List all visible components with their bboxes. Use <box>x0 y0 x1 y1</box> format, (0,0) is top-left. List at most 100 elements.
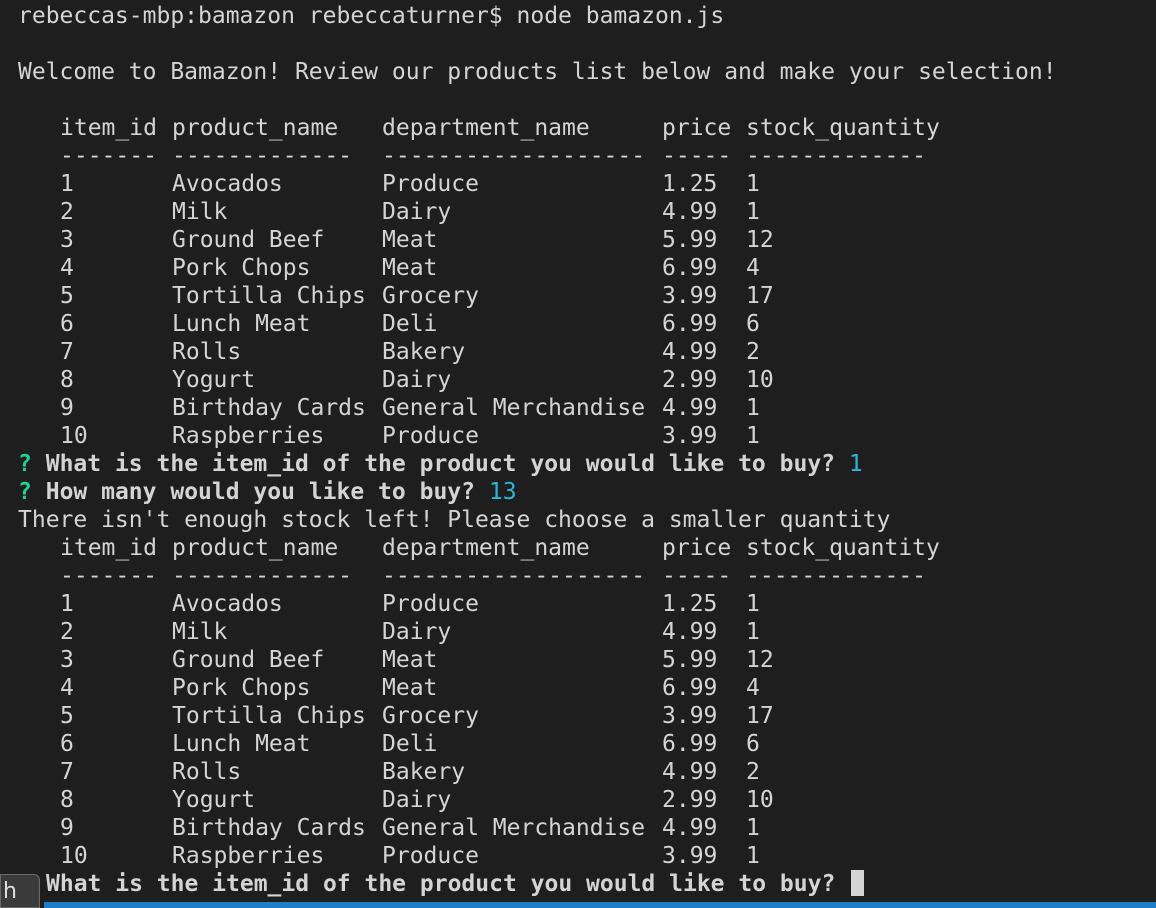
cell-department-name: Bakery <box>382 759 466 785</box>
cell-product-name: Avocados <box>172 591 283 617</box>
prompt-answer: 1 <box>848 451 863 477</box>
cell-department-name: Dairy <box>382 787 452 813</box>
cell-price: price <box>662 535 732 561</box>
cell-department-name: Produce <box>382 843 479 869</box>
cell-product-name: Birthday Cards <box>172 815 366 841</box>
cell-stock-quantity: 1 <box>746 199 760 225</box>
cell-stock-quantity: 17 <box>746 703 774 729</box>
cell-price: 6.99 <box>662 731 718 757</box>
cell-item-id: 6 <box>60 731 74 757</box>
prompt-question: What is the item_id of the product you w… <box>46 871 836 897</box>
cell-item-id: 3 <box>60 227 74 253</box>
cell-department-name: Deli <box>382 731 438 757</box>
cell-product-name: Lunch Meat <box>172 731 311 757</box>
prompt-marker: ? <box>18 451 32 477</box>
prompt-question: What is the item_id of the product you w… <box>45 451 836 477</box>
cell-department-name: Produce <box>382 591 479 617</box>
cell-department-name: department_name <box>382 535 590 561</box>
cell-item-id: 6 <box>60 311 74 337</box>
cell-department-name: Dairy <box>382 199 452 225</box>
cell-product-name: Raspberries <box>172 423 325 449</box>
cell-item-id: 10 <box>60 423 88 449</box>
cell-price: 6.99 <box>662 675 718 701</box>
cell-stock-quantity: 6 <box>746 311 760 337</box>
cell-product-name: ------------- <box>172 143 353 169</box>
cell-price: 1.25 <box>662 591 718 617</box>
command-line: rebeccas-mbp:bamazon rebeccaturner$ node… <box>18 3 725 29</box>
cell-item-id: item_id <box>60 535 157 561</box>
cell-price: 3.99 <box>662 283 718 309</box>
prompt-item-id: ? What is the item_id of the product you… <box>18 450 863 478</box>
cell-stock-quantity: 6 <box>746 731 760 757</box>
cell-product-name: Rolls <box>172 339 242 365</box>
error-message: There isn't enough stock left! Please ch… <box>18 507 891 533</box>
cell-price: 3.99 <box>662 843 718 869</box>
cell-price: 5.99 <box>662 647 718 673</box>
cell-product-name: Tortilla Chips <box>172 703 366 729</box>
cell-stock-quantity: stock_quantity <box>746 535 940 561</box>
cell-item-id: 9 <box>60 395 74 421</box>
cell-item-id: 8 <box>60 367 74 393</box>
cell-department-name: Meat <box>382 647 438 673</box>
prompt-item-id-current[interactable]: What is the item_id of the product you w… <box>46 870 865 898</box>
cell-price: 3.99 <box>662 703 718 729</box>
cell-product-name: Birthday Cards <box>172 395 366 421</box>
cell-product-name: ------------- <box>172 563 353 589</box>
cell-department-name: Dairy <box>382 619 452 645</box>
cell-price: 4.99 <box>662 339 718 365</box>
cell-item-id: ------- <box>60 563 157 589</box>
cell-item-id: 2 <box>60 199 74 225</box>
cell-price: 1.25 <box>662 171 718 197</box>
text-cursor <box>851 870 865 896</box>
cell-product-name: Milk <box>172 199 228 225</box>
cell-department-name: General Merchandise <box>382 815 646 841</box>
cell-price: 4.99 <box>662 395 718 421</box>
cell-item-id: 7 <box>60 339 74 365</box>
cell-stock-quantity: 1 <box>746 423 760 449</box>
cell-item-id: item_id <box>60 115 157 141</box>
cell-item-id: 10 <box>60 843 88 869</box>
cell-item-id: 9 <box>60 815 74 841</box>
cell-price: 4.99 <box>662 619 718 645</box>
cell-stock-quantity: 12 <box>746 647 774 673</box>
cell-item-id: 8 <box>60 787 74 813</box>
cell-stock-quantity: stock_quantity <box>746 115 940 141</box>
cell-stock-quantity: 2 <box>746 339 760 365</box>
cell-stock-quantity: 1 <box>746 171 760 197</box>
cell-item-id: ------- <box>60 143 157 169</box>
cell-product-name: Milk <box>172 619 228 645</box>
cell-department-name: Dairy <box>382 367 452 393</box>
cell-department-name: Bakery <box>382 339 466 365</box>
cell-price: 3.99 <box>662 423 718 449</box>
cell-stock-quantity: 1 <box>746 815 760 841</box>
cell-price: 4.99 <box>662 815 718 841</box>
prompt-marker: ? <box>18 479 32 505</box>
sidebar-tab[interactable]: h <box>0 874 40 908</box>
cell-item-id: 5 <box>60 283 74 309</box>
cell-department-name: Meat <box>382 675 438 701</box>
cell-stock-quantity: 4 <box>746 255 760 281</box>
cell-item-id: 4 <box>60 255 74 281</box>
cell-stock-quantity: 4 <box>746 675 760 701</box>
cell-department-name: Meat <box>382 255 438 281</box>
cell-product-name: Ground Beef <box>172 227 325 253</box>
cell-stock-quantity: 2 <box>746 759 760 785</box>
cell-item-id: 2 <box>60 619 74 645</box>
cell-item-id: 1 <box>60 591 74 617</box>
cell-item-id: 7 <box>60 759 74 785</box>
cell-department-name: Meat <box>382 227 438 253</box>
cell-product-name: Rolls <box>172 759 242 785</box>
cell-department-name: Grocery <box>382 283 479 309</box>
cell-item-id: 3 <box>60 647 74 673</box>
cell-stock-quantity: 17 <box>746 283 774 309</box>
prompt-answer: 13 <box>488 479 517 505</box>
cell-price: 2.99 <box>662 367 718 393</box>
cell-stock-quantity: 10 <box>746 787 774 813</box>
cell-price: 4.99 <box>662 199 718 225</box>
terminal-window[interactable]: rebeccas-mbp:bamazon rebeccaturner$ node… <box>0 0 1156 908</box>
cell-product-name: Raspberries <box>172 843 325 869</box>
cell-department-name: ------------------- <box>382 143 646 169</box>
status-bar <box>44 902 1156 908</box>
cell-product-name: Ground Beef <box>172 647 325 673</box>
cell-product-name: Yogurt <box>172 787 256 813</box>
